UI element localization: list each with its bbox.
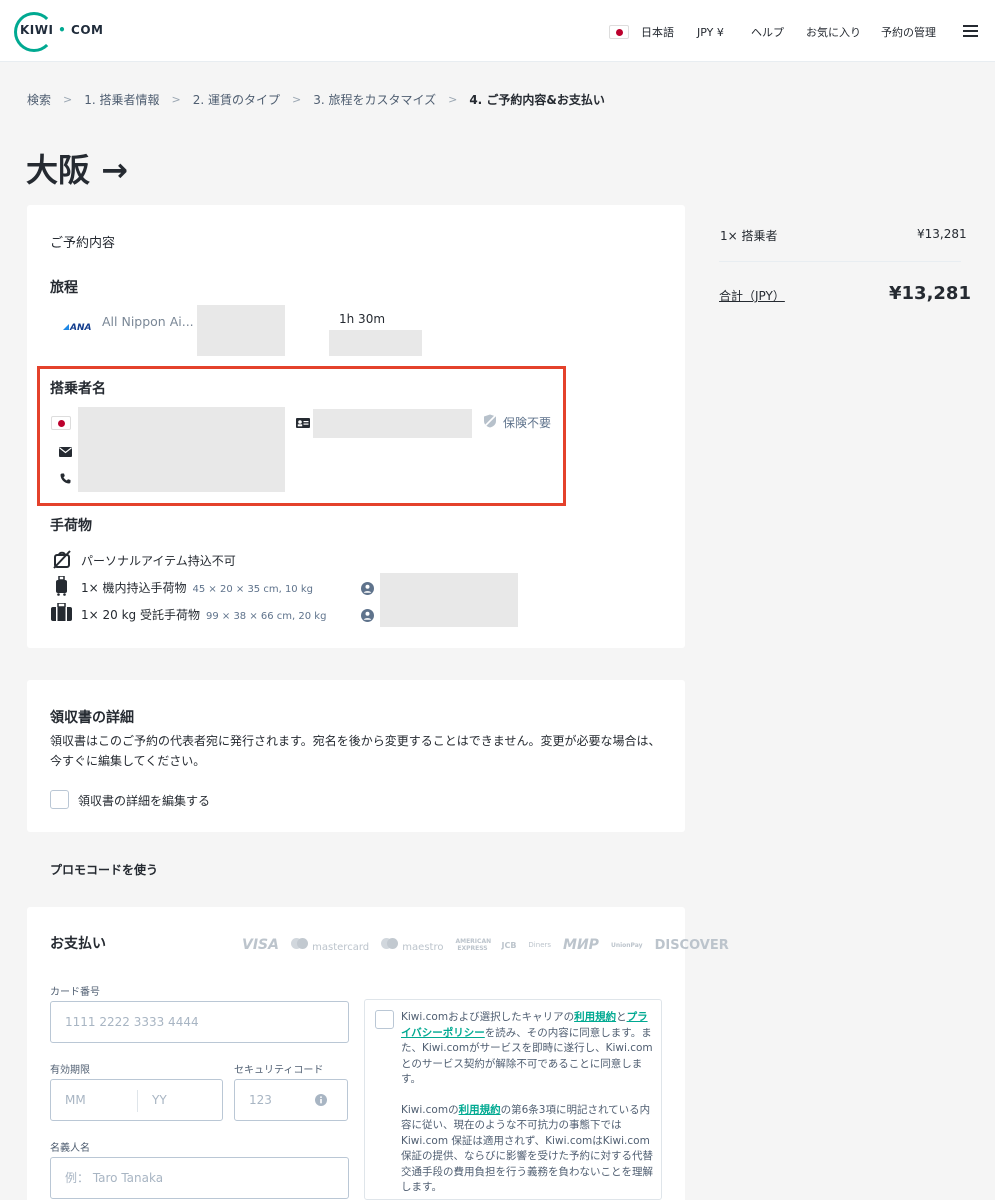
- language-selector[interactable]: 日本語: [609, 22, 674, 42]
- manage-booking-label: 予約の管理: [881, 26, 936, 39]
- mastercard-logo: mastercard: [290, 937, 369, 953]
- checked-bag-dimensions: 99 × 38 × 66 cm, 20 kg: [205, 611, 327, 622]
- terms-text: Kiwi.comおよび選択したキャリアの利用規約とプライバシーポリシーを読み、そ…: [401, 1010, 653, 1200]
- logo-text: KIWI • COM: [20, 23, 104, 37]
- redacted-baggage-passenger: [380, 573, 518, 627]
- cvc-input[interactable]: [235, 1080, 347, 1120]
- cvc-label: セキュリティコード: [234, 1065, 324, 1076]
- receipt-title: 領収書の詳細: [50, 710, 134, 726]
- favorites-link[interactable]: お気に入り: [806, 22, 861, 42]
- japan-flag-icon: [51, 416, 71, 430]
- redacted-flight-info: [329, 330, 422, 356]
- no-insurance-icon: [483, 414, 497, 428]
- help-label: ヘルプ: [751, 26, 784, 39]
- redacted-passport: [313, 409, 472, 438]
- help-link[interactable]: ヘルプ: [751, 22, 784, 42]
- breadcrumb-payment: 4. ご予約内容&お支払い: [469, 93, 605, 107]
- summary-divider: [719, 261, 961, 262]
- page-title: 大阪 →: [26, 151, 128, 189]
- breadcrumb: 検索 > 1. 搭乗者情報 > 2. 運賃のタイプ > 3. 旅程をカスタマイズ…: [27, 91, 605, 108]
- passenger-icon: [361, 609, 374, 622]
- promo-code-link[interactable]: プロモコードを使う: [50, 861, 158, 878]
- no-personal-item-icon: [53, 550, 71, 569]
- kiwi-logo[interactable]: KIWI • COM: [14, 12, 103, 52]
- chevron-right-icon: >: [63, 93, 73, 106]
- amex-logo: AMERICAN EXPRESS: [455, 938, 492, 952]
- summary-passenger-label: 1× 搭乗者: [720, 229, 778, 243]
- hamburger-menu-icon[interactable]: [963, 25, 978, 37]
- currency-selector[interactable]: JPY ¥: [697, 22, 724, 42]
- expiry-month-input[interactable]: [51, 1080, 137, 1120]
- payment-title: お支払い: [50, 936, 106, 952]
- passenger-title: 搭乗者名: [50, 381, 106, 397]
- japan-flag-icon: [609, 25, 629, 39]
- info-icon[interactable]: [315, 1094, 327, 1106]
- top-navigation-bar: KIWI • COM 日本語 JPY ¥ ヘルプ お気に入り 予約の管理: [0, 0, 995, 62]
- airline-name: All Nippon Ai...: [102, 314, 194, 329]
- chevron-right-icon: >: [448, 93, 458, 106]
- flight-duration: 1h 30m: [339, 312, 386, 326]
- card-number-field[interactable]: [50, 1001, 349, 1043]
- summary-total-label[interactable]: 合計（JPY）: [719, 287, 785, 304]
- terms-paragraph-1: Kiwi.comおよび選択したキャリアの利用規約とプライバシーポリシーを読み、そ…: [401, 1011, 653, 1085]
- redacted-flight-time: [197, 305, 285, 356]
- visa-logo: VISA: [242, 937, 279, 953]
- card-brand-logos: VISA mastercard maestro AMERICAN EXPRESS…: [242, 937, 729, 953]
- diners-logo: Diners: [528, 941, 552, 949]
- cvc-field[interactable]: [234, 1079, 348, 1121]
- summary-total-price: ¥13,281: [889, 283, 971, 304]
- checked-bag-icon: [51, 603, 72, 621]
- terms-checkbox[interactable]: [375, 1010, 394, 1029]
- maestro-logo: maestro: [381, 937, 443, 953]
- redacted-passenger-details: [78, 407, 285, 492]
- summary-passenger-price: ¥13,281: [917, 227, 967, 241]
- terms-link[interactable]: 利用規約: [574, 1011, 616, 1023]
- card-number-input[interactable]: [51, 1002, 348, 1042]
- breadcrumb-passengers[interactable]: 1. 搭乗者情報: [84, 91, 159, 108]
- cardholder-label: 名義人名: [50, 1143, 90, 1154]
- expiry-year-input[interactable]: [138, 1080, 224, 1120]
- id-card-icon: [296, 418, 310, 428]
- discover-logo: DISCOVER: [654, 937, 729, 953]
- cabin-bag-label: 1× 機内持込手荷物: [81, 581, 187, 595]
- edit-receipt-checkbox[interactable]: [50, 790, 69, 809]
- currency-label: JPY ¥: [697, 25, 724, 39]
- baggage-title: 手荷物: [50, 518, 92, 534]
- booking-title: ご予約内容: [50, 236, 116, 251]
- breadcrumb-search[interactable]: 検索: [27, 91, 51, 108]
- breadcrumb-customize[interactable]: 3. 旅程をカスタマイズ: [313, 91, 436, 108]
- mir-logo: МИР: [563, 937, 599, 953]
- passenger-icon: [361, 582, 374, 595]
- language-label: 日本語: [641, 26, 674, 39]
- envelope-icon: [59, 447, 72, 457]
- terms-box: Kiwi.comおよび選択したキャリアの利用規約とプライバシーポリシーを読み、そ…: [364, 999, 662, 1200]
- checked-bag-label: 1× 20 kg 受託手荷物: [81, 608, 200, 622]
- edit-receipt-label[interactable]: 領収書の詳細を編集する: [78, 792, 210, 809]
- baggage-personal-item: パーソナルアイテム持込不可: [81, 554, 236, 568]
- cardholder-input[interactable]: [51, 1158, 348, 1198]
- unionpay-logo: UnionPay: [610, 941, 643, 949]
- insurance-status: 保険不要: [503, 416, 552, 430]
- chevron-right-icon: >: [291, 93, 302, 106]
- baggage-cabin: 1× 機内持込手荷物 45 × 20 × 35 cm, 10 kg: [81, 579, 313, 596]
- phone-icon: [60, 473, 71, 484]
- receipt-description: 領収書はこのご予約の代表者宛に発行されます。宛名を後から変更することはできません…: [50, 734, 661, 768]
- cabin-bag-dimensions: 45 × 20 × 35 cm, 10 kg: [192, 584, 313, 595]
- expiry-label: 有効期限: [50, 1065, 90, 1076]
- card-number-label: カード番号: [50, 987, 100, 998]
- breadcrumb-fare-type[interactable]: 2. 運賃のタイプ: [193, 91, 280, 108]
- manage-booking-link[interactable]: 予約の管理: [881, 22, 936, 42]
- chevron-right-icon: >: [171, 93, 181, 106]
- cabin-bag-icon: [56, 576, 67, 596]
- jcb-logo: JCB: [501, 940, 517, 950]
- favorites-label: お気に入り: [806, 26, 861, 39]
- itinerary-title: 旅程: [50, 280, 78, 296]
- terms-paragraph-2: Kiwi.comの利用規約の第6条3項に明記されている内容に従い、現在のような不…: [401, 1103, 653, 1194]
- terms-link-2[interactable]: 利用規約: [459, 1104, 501, 1116]
- baggage-checked: 1× 20 kg 受託手荷物 99 × 38 × 66 cm, 20 kg: [81, 606, 326, 623]
- ana-logo: ANA: [63, 323, 91, 333]
- cardholder-field[interactable]: [50, 1157, 349, 1199]
- expiry-field[interactable]: [50, 1079, 224, 1121]
